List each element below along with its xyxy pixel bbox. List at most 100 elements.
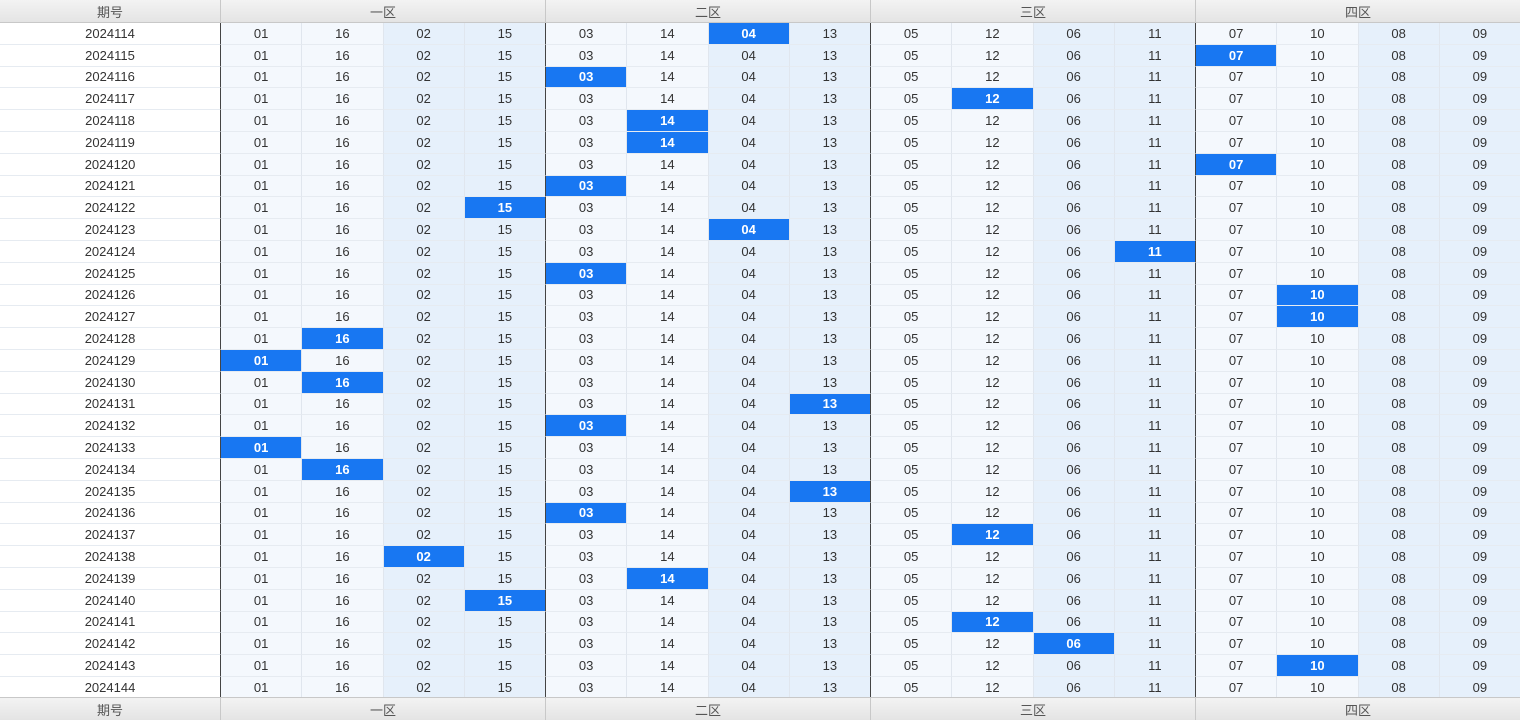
number-cell: 02 (383, 153, 465, 176)
table-row[interactable]: 2024120 01 16 02 15 03 14 04 13 05 12 06 11 07 10 08 09 (0, 153, 1520, 176)
table-row[interactable]: 2024131 01 16 02 15 03 14 04 13 05 12 06 11 07 10 08 09 (0, 393, 1520, 416)
table-row[interactable]: 2024144 01 16 02 15 03 14 04 13 05 12 06 11 07 10 08 09 (0, 677, 1520, 699)
period-column-header[interactable]: 期号 (0, 697, 221, 720)
table-row[interactable]: 2024140 01 16 02 15 03 14 04 13 05 12 06 11 07 10 08 09 (0, 589, 1520, 612)
number-cell: 02 (383, 589, 465, 612)
number-cell: 09 (1439, 197, 1520, 220)
table-row[interactable]: 2024128 01 16 02 15 03 14 04 13 05 12 06 11 07 10 08 09 (0, 328, 1520, 350)
period-cell: 2024116 (0, 66, 221, 89)
number-cell: 14 (627, 524, 709, 547)
highlighted-number-cell: 03 (546, 66, 628, 89)
number-cell: 04 (708, 88, 790, 111)
highlighted-number-cell: 15 (464, 589, 546, 612)
table-row[interactable]: 2024127 01 16 02 15 03 14 04 13 05 12 06 11 07 10 08 09 (0, 306, 1520, 329)
number-cell: 11 (1114, 415, 1196, 438)
number-cell: 05 (871, 66, 953, 89)
number-cell: 10 (1277, 589, 1359, 612)
table-row[interactable]: 2024137 01 16 02 15 03 14 04 13 05 12 06 11 07 10 08 09 (0, 524, 1520, 547)
number-cell: 08 (1358, 88, 1440, 111)
number-cell: 08 (1358, 568, 1440, 590)
zone-header-1[interactable]: 一区 (221, 697, 546, 720)
period-cell: 2024133 (0, 437, 221, 459)
zone-header-2[interactable]: 二区 (546, 0, 871, 23)
table-row[interactable]: 2024143 01 16 02 15 03 14 04 13 05 12 06 11 07 10 08 09 (0, 655, 1520, 677)
number-cell: 10 (1277, 132, 1359, 154)
table-row[interactable]: 2024139 01 16 02 15 03 14 04 13 05 12 06 11 07 10 08 09 (0, 568, 1520, 590)
table-row[interactable]: 2024138 01 16 02 15 03 14 04 13 05 12 06 11 07 10 08 09 (0, 546, 1520, 568)
number-cell: 04 (708, 132, 790, 154)
number-cell: 03 (546, 284, 628, 307)
zone-header-4[interactable]: 四区 (1196, 0, 1520, 23)
table-row[interactable]: 2024126 01 16 02 15 03 14 04 13 05 12 06 11 07 10 08 09 (0, 284, 1520, 307)
number-cell: 15 (464, 568, 546, 590)
zone-header-1[interactable]: 一区 (221, 0, 546, 23)
number-cell: 08 (1358, 502, 1440, 525)
number-cell: 05 (871, 110, 953, 132)
number-cell: 06 (1033, 371, 1115, 394)
number-cell: 03 (546, 371, 628, 394)
number-cell: 10 (1277, 393, 1359, 416)
table-row[interactable]: 2024123 01 16 02 15 03 14 04 13 05 12 06 11 07 10 08 09 (0, 219, 1520, 241)
zone-header-3[interactable]: 三区 (871, 697, 1196, 720)
highlighted-number-cell: 12 (952, 524, 1034, 547)
number-cell: 10 (1277, 153, 1359, 176)
number-cell: 16 (302, 175, 384, 198)
number-cell: 03 (546, 437, 628, 459)
number-cell: 11 (1114, 633, 1196, 656)
number-cell: 05 (871, 262, 953, 285)
number-cell: 10 (1277, 459, 1359, 481)
table-row[interactable]: 2024124 01 16 02 15 03 14 04 13 05 12 06 11 07 10 08 09 (0, 241, 1520, 263)
number-cell: 16 (302, 611, 384, 634)
number-cell: 06 (1033, 546, 1115, 568)
table-row[interactable]: 2024132 01 16 02 15 03 14 04 13 05 12 06 11 07 10 08 09 (0, 415, 1520, 438)
table-row[interactable]: 2024130 01 16 02 15 03 14 04 13 05 12 06 11 07 10 08 09 (0, 371, 1520, 394)
table-row[interactable]: 2024116 01 16 02 15 03 14 04 13 05 12 06 11 07 10 08 09 (0, 66, 1520, 89)
number-cell: 07 (1196, 459, 1278, 481)
number-cell: 12 (952, 655, 1034, 677)
table-row[interactable]: 2024125 01 16 02 15 03 14 04 13 05 12 06 11 07 10 08 09 (0, 262, 1520, 285)
table-row[interactable]: 2024121 01 16 02 15 03 14 04 13 05 12 06 11 07 10 08 09 (0, 175, 1520, 198)
table-row[interactable]: 2024135 01 16 02 15 03 14 04 13 05 12 06 11 07 10 08 09 (0, 480, 1520, 503)
number-cell: 05 (871, 44, 953, 67)
table-row[interactable]: 2024118 01 16 02 15 03 14 04 13 05 12 06 11 07 10 08 09 (0, 110, 1520, 132)
table-row[interactable]: 2024136 01 16 02 15 03 14 04 13 05 12 06 11 07 10 08 09 (0, 502, 1520, 525)
table-row[interactable]: 2024117 01 16 02 15 03 14 04 13 05 12 06 11 07 10 08 09 (0, 88, 1520, 111)
table-row[interactable]: 2024133 01 16 02 15 03 14 04 13 05 12 06 11 07 10 08 09 (0, 437, 1520, 459)
number-cell: 06 (1033, 175, 1115, 198)
number-cell: 02 (383, 110, 465, 132)
table-row[interactable]: 2024129 01 16 02 15 03 14 04 13 05 12 06 11 07 10 08 09 (0, 350, 1520, 372)
period-column-header[interactable]: 期号 (0, 0, 221, 23)
number-cell: 04 (708, 110, 790, 132)
number-cell: 07 (1196, 132, 1278, 154)
number-cell: 04 (708, 480, 790, 503)
number-cell: 11 (1114, 437, 1196, 459)
number-cell: 01 (221, 306, 303, 329)
number-cell: 13 (789, 44, 871, 67)
number-cell: 16 (302, 568, 384, 590)
table-row[interactable]: 2024134 01 16 02 15 03 14 04 13 05 12 06 11 07 10 08 09 (0, 459, 1520, 481)
number-cell: 16 (302, 197, 384, 220)
table-row[interactable]: 2024142 01 16 02 15 03 14 04 13 05 12 06 11 07 10 08 09 (0, 633, 1520, 656)
table-row[interactable]: 2024122 01 16 02 15 03 14 04 13 05 12 06 11 07 10 08 09 (0, 197, 1520, 220)
table-row[interactable]: 2024141 01 16 02 15 03 14 04 13 05 12 06 11 07 10 08 09 (0, 611, 1520, 634)
number-cell: 03 (546, 132, 628, 154)
highlighted-number-cell: 04 (708, 23, 790, 45)
number-cell: 05 (871, 241, 953, 263)
table-row[interactable]: 2024115 01 16 02 15 03 14 04 13 05 12 06 11 07 10 08 09 (0, 44, 1520, 67)
zone-header-4[interactable]: 四区 (1196, 697, 1520, 720)
table-row[interactable]: 2024119 01 16 02 15 03 14 04 13 05 12 06 11 07 10 08 09 (0, 132, 1520, 154)
number-cell: 07 (1196, 197, 1278, 220)
highlighted-number-cell: 12 (952, 88, 1034, 111)
number-cell: 06 (1033, 219, 1115, 241)
zone-header-3[interactable]: 三区 (871, 0, 1196, 23)
number-cell: 09 (1439, 568, 1520, 590)
period-cell: 2024120 (0, 153, 221, 176)
number-cell: 07 (1196, 241, 1278, 263)
number-cell: 11 (1114, 110, 1196, 132)
table-row[interactable]: 2024114 01 16 02 15 03 14 04 13 05 12 06 11 07 10 08 09 (0, 23, 1520, 45)
number-cell: 09 (1439, 23, 1520, 45)
number-cell: 16 (302, 480, 384, 503)
number-cell: 12 (952, 132, 1034, 154)
zone-header-2[interactable]: 二区 (546, 697, 871, 720)
number-cell: 01 (221, 284, 303, 307)
